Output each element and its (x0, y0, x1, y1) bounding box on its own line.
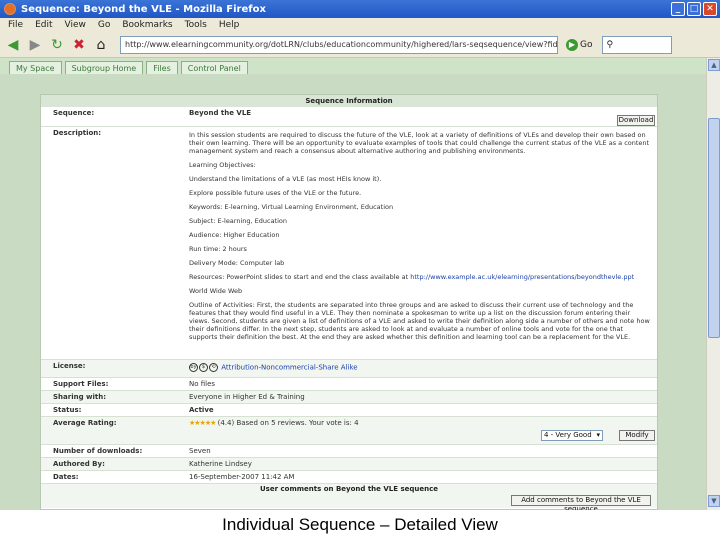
url-text: http://www.elearningcommunity.org/dotLRN… (125, 40, 558, 49)
status-row: Status: Active (41, 404, 657, 417)
navigation-toolbar: ◀ ▶ ↻ ✖ ⌂ http://www.elearningcommunity.… (0, 32, 720, 58)
sharing-value: Everyone in Higher Ed & Training (189, 393, 305, 401)
description-label: Description: (53, 129, 102, 137)
window-title: Sequence: Beyond the VLE - Mozilla Firef… (21, 3, 266, 15)
scroll-thumb[interactable] (708, 118, 720, 338)
license-value: by $ ⟲ Attribution-Noncommercial-Share Ali… (189, 363, 358, 372)
chevron-down-icon: ▾ (596, 431, 600, 439)
status-label: Status: (53, 406, 82, 414)
rating-select-value: 4 - Very Good (544, 431, 592, 439)
support-files-value: No files (189, 380, 216, 388)
support-files-label: Support Files: (53, 380, 109, 388)
description-paragraph: In this session students are required to… (189, 131, 650, 155)
description-paragraph: Delivery Mode: Computer lab (189, 259, 285, 267)
rating-text: (4.4) Based on 5 reviews. Your vote is: … (217, 419, 359, 427)
slide-caption: Individual Sequence – Detailed View (0, 510, 720, 540)
forward-arrow-icon[interactable]: ▶ (26, 36, 44, 54)
author-label: Authored By: (53, 460, 105, 468)
app-tabs: My Space Subgroup Home Files Control Pan… (0, 58, 706, 74)
license-row: License: by $ ⟲ Attribution-Noncommercial-… (41, 360, 657, 378)
menu-file[interactable]: File (8, 20, 23, 30)
menu-help[interactable]: Help (219, 20, 240, 30)
sequence-row: Sequence: Beyond the VLE Download (41, 107, 657, 127)
scroll-down-icon[interactable]: ▼ (708, 495, 720, 507)
description-paragraph: World Wide Web (189, 287, 243, 295)
rating-label: Average Rating: (53, 419, 117, 427)
sequence-label: Sequence: (53, 109, 95, 117)
vertical-scrollbar[interactable]: ▲ ▼ (706, 58, 720, 510)
sharing-label: Sharing with: (53, 393, 107, 401)
description-paragraph: Subject: E-learning, Education (189, 217, 288, 225)
scroll-up-icon[interactable]: ▲ (708, 59, 720, 71)
cc-noncommercial-icon: $ (199, 363, 208, 372)
downloads-label: Number of downloads: (53, 447, 143, 455)
support-files-row: Support Files: No files (41, 378, 657, 391)
tab-my-space[interactable]: My Space (9, 61, 62, 74)
cc-attribution-icon: by (189, 363, 198, 372)
description-row: Description: In this session students ar… (41, 127, 657, 360)
sequence-info-panel: Sequence Information Sequence: Beyond th… (40, 94, 658, 513)
modify-button[interactable]: Modify (619, 430, 655, 441)
status-value: Active (189, 406, 214, 414)
description-paragraph: Audience: Higher Education (189, 231, 280, 239)
comments-row: User comments on Beyond the VLE sequence… (41, 484, 657, 513)
page-body: Sequence Information Sequence: Beyond th… (0, 74, 706, 513)
window-titlebar: Sequence: Beyond the VLE - Mozilla Firef… (0, 0, 720, 18)
close-button[interactable]: ✕ (703, 2, 717, 16)
firefox-icon (4, 3, 16, 15)
stop-icon[interactable]: ✖ (70, 36, 88, 54)
downloads-row: Number of downloads: Seven (41, 445, 657, 458)
comments-title: User comments on Beyond the VLE sequence (260, 485, 438, 493)
tab-subgroup-home[interactable]: Subgroup Home (64, 61, 144, 74)
add-comments-button[interactable]: Add comments to Beyond the VLE sequence (511, 495, 651, 513)
search-icon: ⚲ (606, 39, 614, 50)
menu-tools[interactable]: Tools (185, 20, 207, 30)
sequence-link[interactable]: Beyond the VLE (189, 109, 251, 117)
cc-sharealike-icon: ⟲ (209, 363, 218, 372)
search-input[interactable]: ⚲ (602, 35, 673, 54)
menu-go[interactable]: Go (98, 20, 110, 30)
license-label: License: (53, 362, 86, 370)
dates-row: Dates: 16-September-2007 11:42 AM (41, 471, 657, 484)
description-paragraph: Resources: PowerPoint slides to start an… (189, 273, 651, 281)
description-paragraph: Understand the limitations of a VLE (as … (189, 175, 382, 183)
go-arrow-icon: ▶ (566, 38, 578, 51)
star-rating-icon: ★★★★★ (189, 419, 216, 427)
maximize-button[interactable]: □ (687, 2, 701, 16)
go-label: Go (580, 39, 593, 50)
author-link[interactable]: Katherine Lindsey (189, 460, 252, 468)
rating-row: Average Rating: ★★★★★ (4.4) Based on 5 r… (41, 417, 657, 445)
tab-control-panel[interactable]: Control Panel (180, 61, 248, 74)
menu-view[interactable]: View (65, 20, 86, 30)
window-controls: _ □ ✕ (671, 2, 717, 16)
dates-label: Dates: (53, 473, 79, 481)
url-bar[interactable]: http://www.elearningcommunity.org/dotLRN… (120, 35, 558, 54)
license-link[interactable]: Attribution-Noncommercial-Share Alike (221, 364, 357, 372)
home-icon[interactable]: ⌂ (92, 36, 110, 54)
reload-icon[interactable]: ↻ (48, 36, 66, 54)
author-row: Authored By: Katherine Lindsey (41, 458, 657, 471)
menu-edit[interactable]: Edit (35, 20, 52, 30)
menu-bookmarks[interactable]: Bookmarks (122, 20, 172, 30)
tab-files[interactable]: Files (146, 61, 178, 74)
sharing-row: Sharing with: Everyone in Higher Ed & Tr… (41, 391, 657, 404)
description-text: In this session students are required to… (189, 131, 651, 347)
description-paragraph: Run time: 2 hours (189, 245, 247, 253)
rating-value: ★★★★★ (4.4) Based on 5 reviews. Your vot… (189, 419, 359, 427)
description-paragraph: Outline of Activities: First, the studen… (189, 301, 650, 341)
downloads-value: Seven (189, 447, 211, 455)
back-arrow-icon[interactable]: ◀ (4, 36, 22, 54)
description-paragraph: Keywords: E-learning, Virtual Learning E… (189, 203, 394, 211)
minimize-button[interactable]: _ (671, 2, 685, 16)
panel-title: Sequence Information (41, 95, 657, 107)
rating-select[interactable]: 4 - Very Good ▾ (541, 430, 603, 441)
dates-value: 16-September-2007 11:42 AM (189, 473, 295, 481)
menu-bar: File Edit View Go Bookmarks Tools Help (0, 18, 720, 32)
download-button[interactable]: Download (617, 115, 655, 126)
description-paragraph: Learning Objectives: (189, 161, 256, 169)
resources-text: Resources: PowerPoint slides to start an… (189, 273, 409, 281)
description-paragraph: Explore possible future uses of the VLE … (189, 189, 362, 197)
go-button[interactable]: ▶ Go (566, 38, 593, 51)
resource-link[interactable]: http://www.example.ac.uk/elearning/prese… (410, 273, 634, 281)
